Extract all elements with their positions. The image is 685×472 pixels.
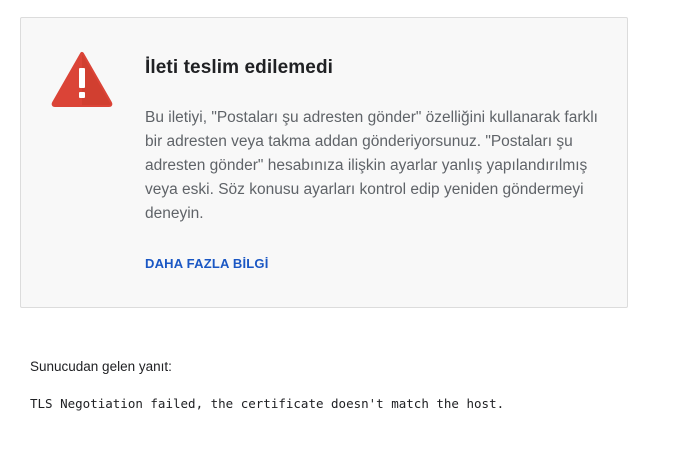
server-response-text: TLS Negotiation failed, the certificate … — [30, 396, 505, 411]
message-title: İleti teslim edilemedi — [145, 57, 334, 78]
warning-triangle-icon — [51, 52, 113, 107]
bounce-message-card: İleti teslim edilemedi Bu iletiyi, "Post… — [20, 17, 628, 308]
learn-more-link[interactable]: DAHA FAZLA BİLGİ — [145, 256, 269, 271]
message-body: Bu iletiyi, "Postaları şu adresten gönde… — [145, 109, 598, 222]
server-response-label: Sunucudan gelen yanıt: — [30, 359, 172, 374]
